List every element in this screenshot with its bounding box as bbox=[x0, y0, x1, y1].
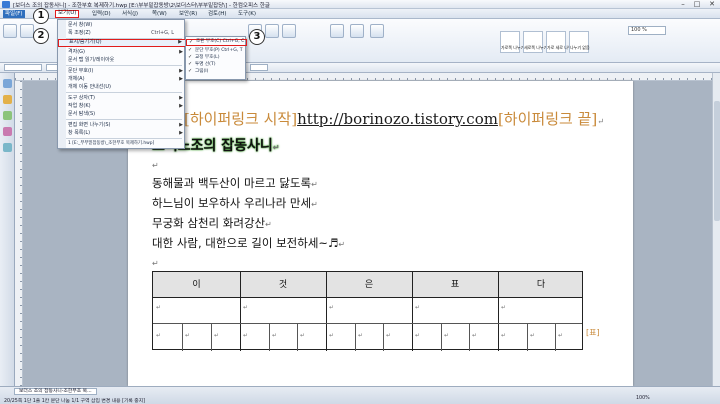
bookmark-icon[interactable] bbox=[3, 95, 12, 104]
left-tool-panel bbox=[0, 73, 15, 386]
table-header-cell[interactable]: 다 bbox=[498, 272, 584, 298]
submenu-item-para-marks[interactable]: ✓ 문단 부호(P) Ctrl+G, T bbox=[186, 47, 247, 54]
check-icon: ✓ bbox=[188, 68, 193, 74]
hyperlink-line: [하이퍼링크 시작]http://borinozo.tistory.com[하이… bbox=[184, 110, 604, 128]
table-header-cell[interactable]: 은 bbox=[326, 272, 412, 298]
submenu-item-transparent-lines[interactable]: ✓ 투명 선(T) bbox=[186, 61, 247, 68]
panel-icon[interactable] bbox=[3, 79, 12, 88]
paste-icon[interactable] bbox=[20, 24, 34, 38]
submenu-arrow-icon: ▶ bbox=[179, 130, 183, 136]
document-tab[interactable]: 보더스 조의 잡동사니-조한부호 복... bbox=[14, 388, 97, 395]
split-both-button[interactable]: 가로 세로 나누기 bbox=[546, 31, 575, 53]
vertical-ruler[interactable] bbox=[15, 81, 23, 386]
search-icon[interactable] bbox=[3, 143, 12, 152]
menu-insert[interactable]: 입력(D) bbox=[90, 10, 113, 18]
view-menu-dropdown: 문서 창(W) 폭 조정(Z) Ctrl+G, L 표시/숨기기(Q) ▶ 격자(G… bbox=[57, 19, 186, 149]
paragraph-mark: ↵ bbox=[152, 259, 159, 268]
style-icon[interactable] bbox=[3, 111, 12, 120]
status-bar: 보더스 조의 잡동사니-조한부호 복... 20/25쪽 1단 1줄 1칸 문단… bbox=[0, 386, 720, 404]
edit-tool-icon[interactable] bbox=[3, 24, 17, 38]
document-page[interactable]: [하이퍼링크 시작]http://borinozo.tistory.com[하이… bbox=[128, 81, 633, 386]
table-end-marker: [표] bbox=[586, 328, 600, 337]
check-icon: ✓ bbox=[188, 47, 193, 53]
hyperlink-start-marker: [하이퍼링크 시작] bbox=[184, 110, 298, 128]
hyperlink-end-marker: [하이퍼링크 끝] bbox=[497, 110, 598, 128]
scrollbar-thumb[interactable] bbox=[714, 101, 720, 221]
menu-view[interactable]: 보기(U) bbox=[55, 10, 80, 18]
menu-item-objects[interactable]: 개체(A) ▶ bbox=[58, 75, 186, 83]
menu-tools[interactable]: 도구(K) bbox=[236, 10, 258, 18]
paragraph-mark: ↵ bbox=[152, 161, 159, 170]
body-line-1: 동해물과 백두산이 마르고 닳도록↵ bbox=[152, 176, 318, 190]
close-button[interactable]: ✕ bbox=[705, 0, 719, 8]
body-line-2: 하느님이 보우하사 우리나라 만세↵ bbox=[152, 196, 318, 210]
menu-page[interactable]: 쪽(W) bbox=[150, 10, 169, 18]
body-line-4: 대한 사람, 대한으로 길이 보전하세~♬↵ bbox=[152, 236, 346, 250]
menu-file[interactable]: 파일(F) bbox=[3, 10, 25, 18]
menu-review[interactable]: 검토(H) bbox=[206, 10, 229, 18]
submenu-item-control-codes[interactable]: ✓ 조판 부호(C) Ctrl+G, C bbox=[186, 39, 247, 46]
menu-item-para-marks[interactable]: 문단 부호(I) ▶ bbox=[58, 67, 186, 75]
submenu-arrow-icon: ▶ bbox=[179, 122, 183, 128]
status-zoom[interactable]: 100% bbox=[636, 396, 650, 401]
callout-step-3: 3 bbox=[249, 29, 265, 45]
shape-tool-icon[interactable] bbox=[282, 24, 296, 38]
minimize-button[interactable]: – bbox=[676, 0, 690, 8]
vertical-scrollbar[interactable] bbox=[712, 73, 720, 386]
check-icon: ✓ bbox=[189, 39, 194, 45]
submenu-arrow-icon: ▶ bbox=[179, 49, 183, 55]
submenu-item-images[interactable]: ✓ 그림(I) bbox=[186, 68, 247, 75]
table-header-row: 이 것 은 표 다 bbox=[153, 272, 582, 298]
split-horizontal-button[interactable]: 가로쪽 나누기 bbox=[500, 31, 524, 53]
menu-security[interactable]: 보안(R) bbox=[177, 10, 199, 18]
maximize-button[interactable]: □ bbox=[690, 0, 704, 8]
menu-item-split-screen[interactable]: 편집 화면 나누기(S) ▶ bbox=[58, 121, 186, 129]
zoom-input[interactable]: 100 % bbox=[628, 26, 666, 35]
hyperlink-url[interactable]: http://borinozo.tistory.com bbox=[297, 110, 498, 128]
check-icon: ✓ bbox=[188, 61, 193, 67]
menu-item-width-fit[interactable]: 폭 조정(Z) Ctrl+G, L bbox=[58, 29, 186, 37]
font-size-select[interactable] bbox=[250, 64, 268, 71]
submenu-arrow-icon: ▶ bbox=[178, 39, 182, 45]
submenu-item-proof-marks[interactable]: ✓ 교정 부호(L) bbox=[186, 54, 247, 61]
menu-item-toolbox[interactable]: 도구 상자(T) ▶ bbox=[58, 94, 186, 102]
table-header-cell[interactable]: 이 bbox=[153, 272, 240, 298]
show-hide-submenu: ✓ 조판 부호(C) Ctrl+G, C ✓ 문단 부호(P) Ctrl+G, T … bbox=[185, 36, 247, 80]
image-tool-icon[interactable] bbox=[330, 24, 344, 38]
hanja-tool-icon[interactable] bbox=[370, 24, 384, 38]
callout-step-2: 2 bbox=[33, 28, 49, 44]
menu-item-grid[interactable]: 격자(G) ▶ bbox=[58, 48, 186, 56]
submenu-arrow-icon: ▶ bbox=[179, 76, 183, 82]
menu-item-window-list[interactable]: 창 목록(L) ▶ bbox=[58, 129, 186, 137]
menu-bar: 파일(F) 보기(U) 입력(D) 서식(J) 쪽(W) 보안(R) 검토(H)… bbox=[0, 9, 720, 19]
menu-item-recent-file[interactable]: 1 [E:_부부밑잡동방\_조한부호 복제하기.hwp] bbox=[58, 140, 186, 148]
no-split-button[interactable]: 나누기 없음 bbox=[569, 31, 590, 53]
title-bar: [보더스 조의 잡동사니] - 조한부호 복제하기.hwp [E:\부부밑잡동방… bbox=[0, 0, 720, 9]
status-info: 20/25쪽 1단 1줄 1칸 문단 나눔 1/1 구역 삽입 변경 내용 [기… bbox=[4, 399, 146, 404]
split-vertical-button[interactable]: 세로쪽 나누기 bbox=[523, 31, 547, 53]
menu-item-object-guides[interactable]: 개체 이동 안내선(U) bbox=[58, 83, 186, 91]
menu-item-doc-navigate[interactable]: 문서 탐색(S) bbox=[58, 110, 186, 118]
table-header-cell[interactable]: 것 bbox=[240, 272, 326, 298]
app-icon bbox=[2, 1, 10, 8]
chart-tool-icon[interactable] bbox=[265, 24, 279, 38]
window-title: [보더스 조의 잡동사니] - 조한부호 복제하기.hwp [E:\부부밑잡동방… bbox=[13, 3, 270, 9]
menu-item-task-pane[interactable]: 작업 창(K) ▶ bbox=[58, 102, 186, 110]
menu-format[interactable]: 서식(J) bbox=[120, 10, 140, 18]
table-header-cell[interactable]: 표 bbox=[412, 272, 498, 298]
submenu-arrow-icon: ▶ bbox=[179, 68, 183, 74]
body-line-3: 무궁화 삼천리 화려강산↵ bbox=[152, 216, 272, 230]
document-table[interactable]: 이 것 은 표 다 ↵ ↵ ↵ ↵ ↵ ↵ ↵ ↵ ↵ ↵ ↵ ↵ ↵ ↵ ↵ … bbox=[152, 271, 583, 351]
textbox-tool-icon[interactable] bbox=[350, 24, 364, 38]
submenu-arrow-icon: ▶ bbox=[179, 95, 183, 101]
menu-item-doc-window[interactable]: 문서 창(W) bbox=[58, 21, 186, 29]
callout-step-1: 1 bbox=[33, 8, 49, 24]
submenu-arrow-icon: ▶ bbox=[179, 103, 183, 109]
menu-item-show-hide[interactable]: 표시/숨기기(Q) ▶ bbox=[58, 39, 186, 47]
check-icon: ✓ bbox=[188, 54, 193, 60]
style-select[interactable] bbox=[4, 64, 42, 71]
menu-item-tab-layout[interactable]: 문서 탭 읽기/레이아웃 bbox=[58, 56, 186, 64]
clipboard-icon[interactable] bbox=[3, 127, 12, 136]
